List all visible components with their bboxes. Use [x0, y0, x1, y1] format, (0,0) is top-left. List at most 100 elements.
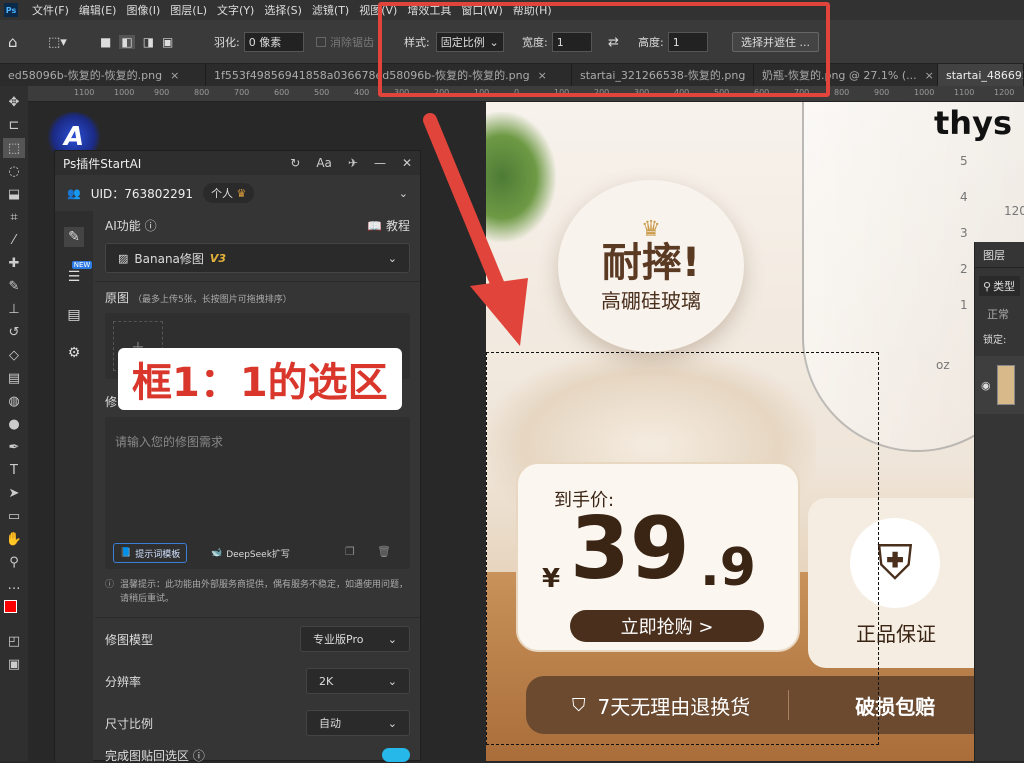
notice-text: 温馨提示：此功能由外部服务商提供，偶有服务不稳定，如遇使用问题，请稍后重试。: [120, 580, 409, 604]
account-row: 👥 UID：763802291 个人 ♛ ⌄: [55, 179, 420, 207]
foreground-color-swatch[interactable]: [3, 598, 25, 621]
bottle-scale: 5 4 3 2 1: [960, 154, 968, 312]
eraser-icon[interactable]: ◇: [3, 345, 25, 365]
document-canvas[interactable]: thys 5 4 3 2 1 oz 120 ♛ 耐摔! 高硼硅玻璃 到手价: ¥…: [486, 102, 1024, 761]
pin-icon[interactable]: ✈: [348, 156, 358, 170]
scale-ml: 120: [1004, 204, 1024, 218]
scale-mark: 4: [960, 190, 968, 204]
healing-brush-icon[interactable]: ✚: [3, 253, 25, 273]
prompt-template-button[interactable]: 📘 提示词模板: [113, 543, 188, 563]
marquee-tool-icon[interactable]: ⬚▾: [48, 32, 67, 52]
more-tools-icon[interactable]: …: [3, 575, 25, 595]
prompt-placeholder: 请输入您的修图需求: [115, 435, 224, 449]
artboard-tool-icon[interactable]: ⊏: [3, 115, 25, 135]
menu-type[interactable]: 文字(Y): [217, 2, 254, 18]
model-row: 修图模型 专业版Pro ⌄: [105, 625, 410, 653]
font-size-icon[interactable]: Aa: [316, 156, 332, 170]
gear-icon[interactable]: ⚙: [68, 345, 81, 361]
menu-file[interactable]: 文件(F): [32, 2, 69, 18]
home-icon[interactable]: ⌂: [8, 32, 18, 52]
chevron-down-icon: ⌄: [387, 674, 397, 688]
paste-back-toggle[interactable]: [382, 748, 410, 762]
blur-tool-icon[interactable]: ◍: [3, 391, 25, 411]
refresh-icon[interactable]: ↻: [290, 156, 300, 170]
ruler-tick: 700: [234, 88, 250, 97]
ruler-tick: 1000: [114, 88, 135, 97]
menu-filter[interactable]: 滤镜(T): [312, 2, 349, 18]
resolution-select[interactable]: 2K ⌄: [306, 668, 410, 694]
blend-mode-select[interactable]: 正常: [979, 304, 1020, 324]
paste-back-text: 完成图贴回选区: [105, 748, 190, 763]
object-select-icon[interactable]: ⬓: [3, 184, 25, 204]
function-select[interactable]: ▨ Banana修图 V3 ⌄: [105, 243, 410, 273]
feather-label: 羽化:: [214, 36, 240, 49]
close-icon[interactable]: ×: [170, 69, 179, 82]
ratio-select[interactable]: 自动 ⌄: [306, 710, 410, 736]
intersect-selection-icon[interactable]: ▣: [162, 35, 173, 49]
layer-row[interactable]: ◉: [975, 356, 1024, 414]
feather-input[interactable]: 0 像素: [243, 32, 304, 52]
tab-doc-1[interactable]: ed58096b-恢复的-恢复的.png ×: [0, 64, 206, 86]
scale-mark: 1: [960, 298, 968, 312]
zoom-tool-icon[interactable]: ⚲: [3, 552, 25, 572]
screen-mode-icon[interactable]: ▣: [3, 654, 25, 674]
model-value: 专业版Pro: [313, 633, 364, 646]
info-icon: ⓘ: [105, 580, 115, 590]
brush-tool-icon[interactable]: ✎: [3, 276, 25, 296]
pen-tool-icon[interactable]: ✒: [3, 437, 25, 457]
crown-icon: ♛: [236, 187, 247, 200]
history-brush-icon[interactable]: ↺: [3, 322, 25, 342]
add-selection-icon[interactable]: ◧: [119, 35, 135, 49]
tab-label: startai_486692: [946, 68, 1024, 82]
selection-marquee[interactable]: [486, 352, 879, 745]
original-label: 原图: [105, 291, 130, 305]
document-icon[interactable]: ▤: [67, 307, 80, 323]
quick-mask-icon[interactable]: ◰: [3, 631, 25, 651]
scale-mark: 5: [960, 154, 968, 168]
tutorial-link[interactable]: 📖 教程: [367, 217, 410, 234]
ratio-row: 尺寸比例 自动 ⌄: [105, 709, 410, 737]
model-select[interactable]: 专业版Pro ⌄: [300, 626, 410, 652]
new-selection-icon[interactable]: ■: [100, 35, 111, 49]
rectangle-tool-icon[interactable]: ▭: [3, 506, 25, 526]
dodge-tool-icon[interactable]: ●: [3, 414, 25, 434]
trash-icon[interactable]: 🗑: [377, 545, 391, 558]
stamp-tool-icon[interactable]: ⊥: [3, 299, 25, 319]
menu-image[interactable]: 图像(I): [126, 2, 160, 18]
tab-doc-5[interactable]: startai_486692: [938, 64, 1024, 86]
menu-edit[interactable]: 编辑(E): [79, 2, 117, 18]
function-select-value: Banana修图: [134, 251, 204, 266]
layers-tab[interactable]: 图层: [975, 242, 1024, 268]
type-tool-icon[interactable]: T: [3, 460, 25, 480]
highlight-box: [378, 2, 830, 97]
eye-icon[interactable]: ◉: [981, 379, 991, 392]
image-icon: ▨: [118, 251, 129, 265]
move-tool-icon[interactable]: ✥: [3, 92, 25, 112]
menu-layer[interactable]: 图层(L): [170, 2, 207, 18]
crop-tool-icon[interactable]: ⌗: [3, 207, 25, 227]
subtract-selection-icon[interactable]: ◨: [143, 35, 154, 49]
copy-icon[interactable]: ❐: [345, 545, 355, 558]
ruler-tick: 800: [194, 88, 210, 97]
edit-icon[interactable]: ✎: [64, 227, 84, 247]
marquee-tool-icon[interactable]: ⬚: [3, 138, 25, 158]
minimize-icon[interactable]: —: [374, 156, 386, 170]
ratio-label: 尺寸比例: [105, 716, 154, 731]
annotation-arrow: [423, 113, 528, 346]
antialias-checkbox[interactable]: [316, 37, 326, 47]
lasso-tool-icon[interactable]: ◌: [3, 161, 25, 181]
prompt-textarea[interactable]: 请输入您的修图需求 📘 提示词模板 🐋 DeepSeek扩写 ❐ 🗑: [105, 417, 410, 569]
chevron-down-icon[interactable]: ⌄: [399, 187, 408, 200]
ai-function-label: AI功能 ⓘ: [105, 217, 157, 234]
layers-icon[interactable]: ☰ NEW: [68, 261, 93, 285]
chevron-down-icon: ⌄: [387, 251, 397, 265]
gradient-tool-icon[interactable]: ▤: [3, 368, 25, 388]
eyedropper-icon[interactable]: ⁄: [3, 230, 25, 250]
deepseek-button[interactable]: 🐋 DeepSeek扩写: [205, 543, 296, 563]
close-icon[interactable]: ×: [925, 69, 934, 82]
hand-tool-icon[interactable]: ✋: [3, 529, 25, 549]
layer-filter[interactable]: ⚲ 类型: [979, 276, 1020, 296]
path-select-icon[interactable]: ➤: [3, 483, 25, 503]
original-hint: （最多上传5张，长按图片可拖拽排序）: [133, 295, 292, 305]
menu-select[interactable]: 选择(S): [264, 2, 302, 18]
